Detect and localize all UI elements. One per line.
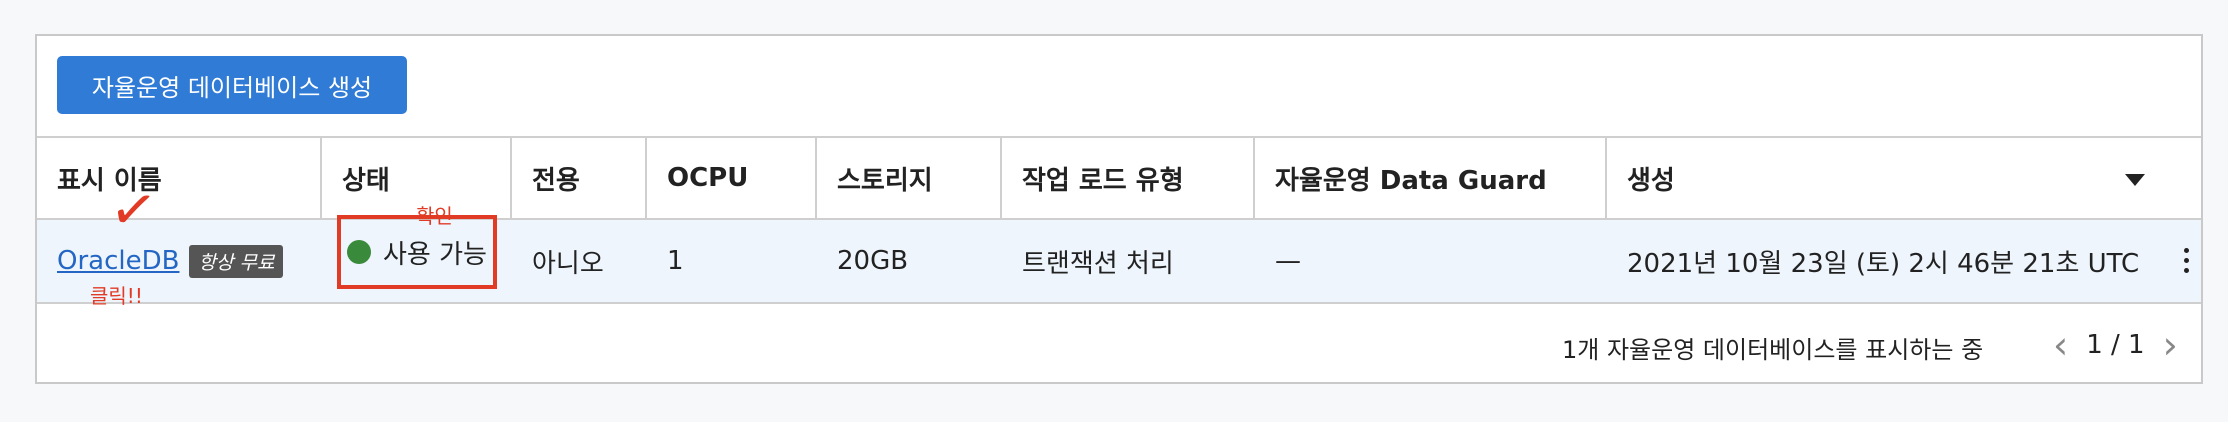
pagination: ‹ 1 / 1 › — [2053, 326, 2178, 364]
row-count-text: 1개 자율운영 데이터베이스를 표시하는 중 — [1562, 336, 1984, 364]
cell-created: 2021년 10월 23일 (토) 2시 46분 21초 UTC — [1627, 248, 2140, 279]
chevron-right-icon[interactable]: › — [2163, 326, 2178, 364]
cell-display-name: OracleDB 항상 무료 — [37, 220, 322, 302]
page-indicator: 1 / 1 — [2086, 330, 2145, 360]
header-storage[interactable]: 스토리지 — [817, 138, 1002, 218]
cell-dedicated: 아니오 — [532, 248, 604, 279]
chevron-left-icon[interactable]: ‹ — [2053, 326, 2068, 364]
table-row[interactable]: OracleDB 항상 무료 사용 가능 아니오 1 20GB 트랜잭션 처리 … — [37, 215, 2201, 304]
cell-ocpu: 1 — [667, 246, 684, 276]
cell-storage: 20GB — [837, 246, 909, 276]
click-annotation: 클릭!! — [90, 284, 143, 308]
always-free-badge: 항상 무료 — [189, 244, 284, 278]
database-list-panel: 자율운영 데이터베이스 생성 표시 이름 상태 전용 OCPU 스토리지 작업 … — [35, 34, 2203, 384]
confirm-annotation: 확인 — [416, 204, 453, 228]
table-footer: 1개 자율운영 데이터베이스를 표시하는 중 ‹ 1 / 1 › — [37, 304, 2201, 384]
create-autonomous-db-button[interactable]: 자율운영 데이터베이스 생성 — [57, 56, 407, 114]
cell-data-guard: — — [1275, 246, 1301, 276]
kebab-menu-icon[interactable] — [2184, 248, 2189, 273]
header-created[interactable]: 생성 — [1607, 138, 2203, 218]
table-header: 표시 이름 상태 전용 OCPU 스토리지 작업 로드 유형 자율운영 Data… — [37, 138, 2201, 220]
sort-down-icon[interactable] — [2125, 174, 2145, 186]
header-dedicated[interactable]: 전용 — [512, 138, 647, 218]
header-display-name[interactable]: 표시 이름 — [37, 138, 322, 218]
header-created-label: 생성 — [1627, 165, 1675, 196]
cell-workload: 트랜잭션 처리 — [1022, 248, 1174, 279]
header-workload[interactable]: 작업 로드 유형 — [1002, 138, 1255, 218]
status-text: 사용 가능 — [383, 239, 487, 270]
toolbar: 자율운영 데이터베이스 생성 — [37, 36, 2201, 138]
db-name-link[interactable]: OracleDB — [57, 246, 179, 276]
header-data-guard[interactable]: 자율운영 Data Guard — [1255, 138, 1607, 218]
check-mark-annotation: ✓ — [105, 175, 162, 246]
status-dot-icon — [347, 240, 371, 264]
header-ocpu[interactable]: OCPU — [647, 138, 817, 218]
